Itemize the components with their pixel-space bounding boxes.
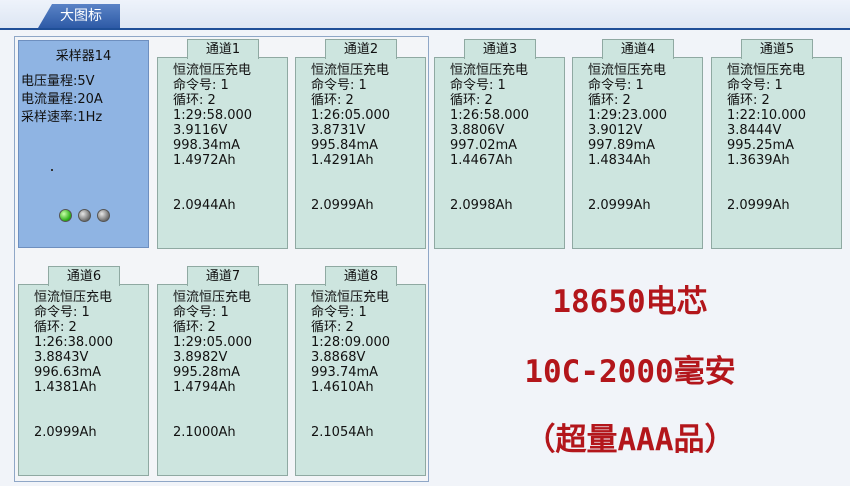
channel-cmd: 命令号: 1 bbox=[727, 78, 783, 93]
channel-mode: 恒流恒压充电 bbox=[34, 290, 113, 305]
annotation-rating: 10C-2000毫安 bbox=[524, 354, 736, 390]
channel-mode: 恒流恒压充电 bbox=[173, 290, 252, 305]
channel-time: 1:29:58.000 bbox=[173, 108, 253, 123]
channel-capacity: 1.4467Ah bbox=[450, 153, 513, 168]
channel-cmd: 命令号: 1 bbox=[311, 305, 367, 320]
channel-mode: 恒流恒压充电 bbox=[450, 63, 529, 78]
channel-card-7[interactable]: 通道7 恒流恒压充电 命令号: 1 循环: 2 1:29:05.000 3.89… bbox=[157, 266, 288, 476]
channel-total-capacity: 2.0999Ah bbox=[34, 425, 97, 440]
channel-current: 995.28mA bbox=[173, 365, 241, 380]
channel-card-5[interactable]: 通道5 恒流恒压充电 命令号: 1 循环: 2 1:22:10.000 3.84… bbox=[711, 39, 842, 249]
sample-rate: 采样速率:1Hz bbox=[21, 110, 103, 125]
status-leds bbox=[59, 209, 110, 222]
channel-tab-4[interactable]: 通道4 bbox=[602, 39, 674, 59]
channel-cycle: 循环: 2 bbox=[311, 93, 354, 108]
channel-current: 995.84mA bbox=[311, 138, 379, 153]
channel-time: 1:28:09.000 bbox=[311, 335, 391, 350]
annotation-cell-type: 18650电芯 bbox=[552, 284, 708, 320]
current-range: 电流量程:20A bbox=[21, 92, 103, 107]
channel-voltage: 3.8843V bbox=[34, 350, 89, 365]
channel-capacity: 1.3639Ah bbox=[727, 153, 790, 168]
channel-cycle: 循环: 2 bbox=[588, 93, 631, 108]
channel-card-6[interactable]: 通道6 恒流恒压充电 命令号: 1 循环: 2 1:26:38.000 3.88… bbox=[18, 266, 149, 476]
channel-total-capacity: 2.1054Ah bbox=[311, 425, 374, 440]
channel-voltage: 3.8806V bbox=[450, 123, 505, 138]
channel-voltage: 3.9116V bbox=[173, 123, 228, 138]
channel-voltage: 3.8868V bbox=[311, 350, 366, 365]
channel-voltage: 3.9012V bbox=[588, 123, 643, 138]
voltage-range: 电压量程:5V bbox=[21, 74, 95, 89]
channel-capacity: 1.4381Ah bbox=[34, 380, 97, 395]
channel-total-capacity: 2.1000Ah bbox=[173, 425, 236, 440]
channel-capacity: 1.4972Ah bbox=[173, 153, 236, 168]
channel-voltage: 3.8731V bbox=[311, 123, 366, 138]
channel-time: 1:29:23.000 bbox=[588, 108, 668, 123]
channel-tab-6[interactable]: 通道6 bbox=[48, 266, 120, 286]
channel-cycle: 循环: 2 bbox=[173, 93, 216, 108]
status-dot bbox=[51, 169, 53, 171]
channel-voltage: 3.8444V bbox=[727, 123, 782, 138]
channel-card-3[interactable]: 通道3 恒流恒压充电 命令号: 1 循环: 2 1:26:58.000 3.88… bbox=[434, 39, 565, 249]
channel-tab-5[interactable]: 通道5 bbox=[741, 39, 813, 59]
channel-voltage: 3.8982V bbox=[173, 350, 228, 365]
annotation-grade: （超量AAA品） bbox=[524, 422, 736, 458]
channel-tab-2[interactable]: 通道2 bbox=[325, 39, 397, 59]
channel-cycle: 循环: 2 bbox=[34, 320, 77, 335]
channel-mode: 恒流恒压充电 bbox=[727, 63, 806, 78]
channel-capacity: 1.4610Ah bbox=[311, 380, 374, 395]
channel-time: 1:22:10.000 bbox=[727, 108, 807, 123]
channel-time: 1:26:38.000 bbox=[34, 335, 114, 350]
channel-cmd: 命令号: 1 bbox=[173, 305, 229, 320]
channel-current: 996.63mA bbox=[34, 365, 102, 380]
channel-time: 1:29:05.000 bbox=[173, 335, 253, 350]
channel-mode: 恒流恒压充电 bbox=[311, 290, 390, 305]
channel-current: 998.34mA bbox=[173, 138, 241, 153]
channel-cmd: 命令号: 1 bbox=[34, 305, 90, 320]
channel-current: 995.25mA bbox=[727, 138, 795, 153]
channel-card-4[interactable]: 通道4 恒流恒压充电 命令号: 1 循环: 2 1:29:23.000 3.90… bbox=[572, 39, 703, 249]
status-led-icon bbox=[59, 209, 72, 222]
channel-total-capacity: 2.0998Ah bbox=[450, 198, 513, 213]
channel-cycle: 循环: 2 bbox=[450, 93, 493, 108]
channel-card-2[interactable]: 通道2 恒流恒压充电 命令号: 1 循环: 2 1:26:05.000 3.87… bbox=[295, 39, 426, 249]
channel-mode: 恒流恒压充电 bbox=[311, 63, 390, 78]
channel-tab-8[interactable]: 通道8 bbox=[325, 266, 397, 286]
channel-cmd: 命令号: 1 bbox=[311, 78, 367, 93]
channel-tab-7[interactable]: 通道7 bbox=[187, 266, 259, 286]
channel-cmd: 命令号: 1 bbox=[173, 78, 229, 93]
channel-tab-3[interactable]: 通道3 bbox=[464, 39, 536, 59]
channel-capacity: 1.4291Ah bbox=[311, 153, 374, 168]
channel-total-capacity: 2.0999Ah bbox=[588, 198, 651, 213]
channel-total-capacity: 2.0944Ah bbox=[173, 198, 236, 213]
channel-card-8[interactable]: 通道8 恒流恒压充电 命令号: 1 循环: 2 1:28:09.000 3.88… bbox=[295, 266, 426, 476]
channel-current: 997.89mA bbox=[588, 138, 656, 153]
channel-capacity: 1.4794Ah bbox=[173, 380, 236, 395]
channel-capacity: 1.4834Ah bbox=[588, 153, 651, 168]
sampler-name: 采样器14 bbox=[55, 49, 112, 64]
channel-tab-1[interactable]: 通道1 bbox=[187, 39, 259, 59]
channel-cmd: 命令号: 1 bbox=[450, 78, 506, 93]
channel-mode: 恒流恒压充电 bbox=[588, 63, 667, 78]
channel-time: 1:26:05.000 bbox=[311, 108, 391, 123]
channel-cycle: 循环: 2 bbox=[173, 320, 216, 335]
status-led-icon bbox=[78, 209, 91, 222]
channel-current: 993.74mA bbox=[311, 365, 379, 380]
channel-card-1[interactable]: 通道1 恒流恒压充电 命令号: 1 循环: 2 1:29:58.000 3.91… bbox=[157, 39, 288, 249]
channel-total-capacity: 2.0999Ah bbox=[311, 198, 374, 213]
top-toolbar: 大图标 bbox=[0, 0, 850, 30]
channel-time: 1:26:58.000 bbox=[450, 108, 530, 123]
channel-current: 997.02mA bbox=[450, 138, 518, 153]
channel-cycle: 循环: 2 bbox=[311, 320, 354, 335]
tab-large-icons[interactable]: 大图标 bbox=[38, 4, 120, 28]
channel-cycle: 循环: 2 bbox=[727, 93, 770, 108]
status-led-icon bbox=[97, 209, 110, 222]
channel-mode: 恒流恒压充电 bbox=[173, 63, 252, 78]
sampler-card[interactable]: 采样器14 电压量程:5V 电流量程:20A 采样速率:1Hz bbox=[18, 40, 149, 248]
channel-cmd: 命令号: 1 bbox=[588, 78, 644, 93]
channel-total-capacity: 2.0999Ah bbox=[727, 198, 790, 213]
